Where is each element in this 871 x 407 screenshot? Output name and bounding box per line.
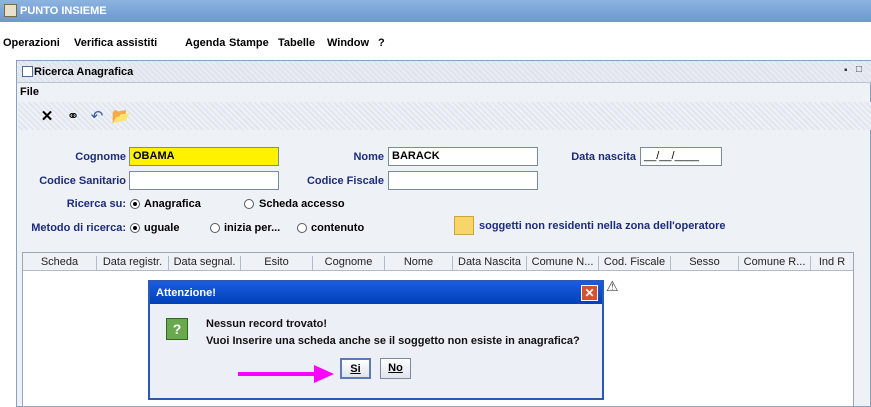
column-header[interactable]: Esito [241,256,313,270]
data-nascita-label: Data nascita [571,151,636,163]
menu-operazioni[interactable]: Operazioni [3,37,60,49]
yes-button[interactable]: Si [340,358,371,379]
dialog-titlebar: Attenzione! [150,282,602,304]
radio-contenuto-label: contenuto [311,222,365,234]
column-header[interactable]: Data Nascita [453,256,527,270]
app-titlebar: PUNTO INSIEME [0,0,871,22]
column-header[interactable]: Data registr. [97,256,169,270]
codice-sanitario-label: Codice Sanitario [39,175,126,187]
cognome-label: Cognome [75,151,126,163]
menu-verifica-assistiti[interactable]: Verifica assistiti [74,37,157,49]
nome-field[interactable]: BARACK [388,147,538,166]
minimize-icon[interactable]: ▪ [844,65,848,76]
radio-uguale-label: uguale [144,222,180,234]
legend-text: soggetti non residenti nella zona dell'o… [479,220,726,232]
column-header[interactable]: Sesso [671,256,739,270]
radio-inizia-per[interactable] [210,223,220,233]
dialog-message-line2: Vuoi Inserire una scheda anche se il sog… [206,335,580,347]
column-header[interactable]: Comune R... [739,256,811,270]
inner-frame-titlebar [17,61,871,83]
nome-label: Nome [353,151,384,163]
menu-tabelle[interactable]: Tabelle [278,37,315,49]
menu-agenda[interactable]: Agenda [185,37,225,49]
radio-inizia-per-label: inizia per... [224,222,281,234]
maximize-icon[interactable]: □ [856,64,862,75]
cognome-field[interactable]: OBAMA [129,147,279,166]
no-button[interactable]: No [380,358,411,379]
toolbar [18,102,871,130]
radio-uguale[interactable] [130,223,140,233]
radio-contenuto[interactable] [297,223,307,233]
radio-scheda-accesso[interactable] [244,199,254,209]
radio-anagrafica[interactable] [130,199,140,209]
binoculars-icon[interactable]: ⚭ [62,107,84,127]
menu-help[interactable]: ? [378,37,385,49]
column-header[interactable]: Scheda [23,256,97,270]
data-nascita-field[interactable]: __/__/____ [640,147,722,166]
app-title: PUNTO INSIEME [20,5,107,17]
radio-scheda-accesso-label: Scheda accesso [259,198,345,210]
metodo-ricerca-label: Metodo di ricerca: [31,222,126,234]
radio-anagrafica-label: Anagrafica [144,198,201,210]
ricerca-su-label: Ricerca su: [66,198,126,210]
codice-fiscale-label: Codice Fiscale [306,175,384,187]
legend-swatch [454,216,474,235]
column-header[interactable]: Cognome [313,256,385,270]
inner-frame-title: Ricerca Anagrafica [34,66,134,78]
column-header[interactable]: Nome [385,256,453,270]
frame-icon [22,66,33,77]
arrow-icon [238,365,334,383]
column-header[interactable]: Comune N... [527,256,599,270]
column-header[interactable]: Ind R [811,256,853,270]
codice-sanitario-field[interactable] [129,171,279,190]
dialog-message-line1: Nessun record trovato! [206,318,328,330]
folder-icon[interactable]: 📂 [110,107,132,127]
dialog-title: Attenzione! [156,287,216,299]
warning-icon: ⚠ [606,278,619,294]
menu-window[interactable]: Window [327,37,369,49]
app-icon [4,4,17,17]
column-header[interactable]: Cod. Fiscale [599,256,671,270]
codice-fiscale-field[interactable] [388,171,538,190]
menu-stampe[interactable]: Stampe [229,37,269,49]
close-icon[interactable]: ✕ [581,285,598,301]
undo-icon[interactable]: ↶ [86,107,108,127]
file-menu[interactable]: File [20,86,39,98]
question-icon: ? [166,318,188,340]
column-header[interactable]: Data segnal. [169,256,241,270]
menubar: Operazioni Verifica assistiti Agenda Sta… [0,33,871,55]
close-icon[interactable]: ✕ [36,107,58,127]
